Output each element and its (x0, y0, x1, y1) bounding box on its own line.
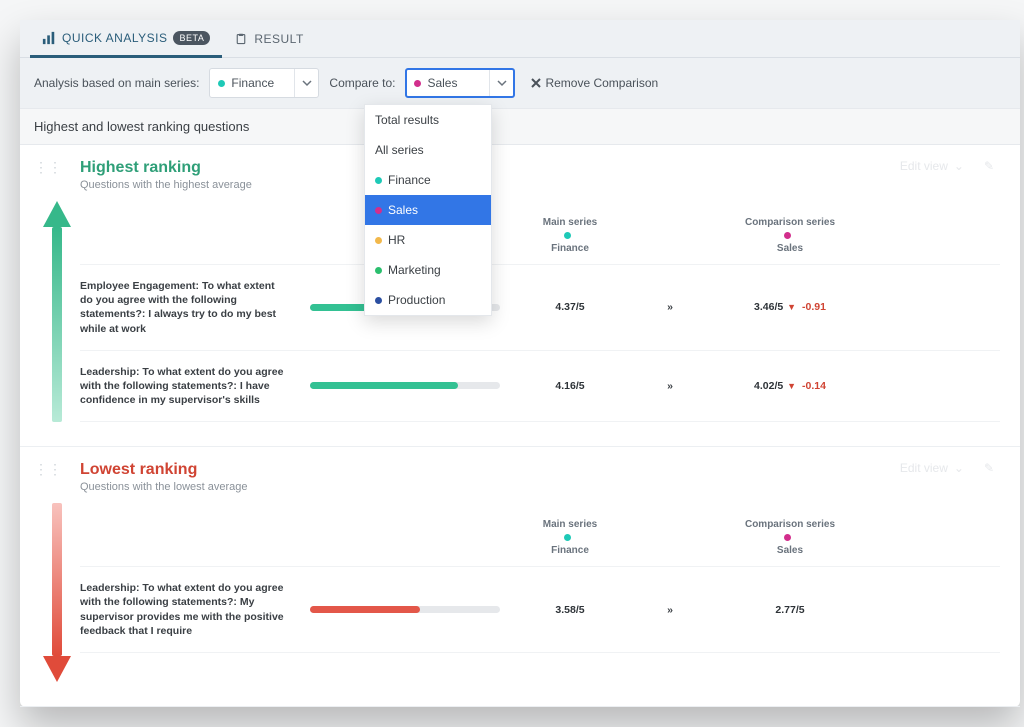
main-series-select[interactable]: Finance (209, 68, 319, 98)
edit-view-button[interactable]: Edit view ⌄ ✎ (900, 159, 994, 173)
clipboard-icon (234, 32, 248, 46)
comparison-score: 3.46/5 ▼ -0.91 (720, 301, 860, 313)
column-comparison-series: Comparison series Sales (720, 217, 860, 254)
column-comparison-series: Comparison series Sales (720, 519, 860, 556)
question-row: Leadership: To what extent do you agree … (80, 567, 1000, 653)
series-dot-icon (564, 232, 571, 239)
main-series-label: Analysis based on main series: (34, 76, 199, 90)
remove-comparison-button[interactable]: Remove Comparison (531, 76, 658, 90)
question-row: Leadership: To what extent do you agree … (80, 351, 1000, 423)
arrow-up-icon (48, 201, 66, 422)
main-score: 3.58/5 (520, 604, 620, 616)
arrow-down-icon: ▼ (787, 302, 796, 312)
dropdown-item-sales[interactable]: Sales (365, 195, 491, 225)
expand-icon[interactable]: » (640, 604, 700, 616)
compare-series-select[interactable]: Sales (405, 68, 515, 98)
question-text: Employee Engagement: To what extent do y… (80, 279, 290, 336)
lowest-grid: Main series Finance Comparison series Sa… (80, 519, 1000, 653)
main-score: 4.37/5 (520, 301, 620, 313)
dropdown-item-all-series[interactable]: All series (365, 135, 491, 165)
remove-comparison-label: Remove Comparison (545, 76, 658, 90)
panel-lowest: ⋮⋮ Edit view ⌄ ✎ Lowest ranking Question… (20, 447, 1020, 707)
edit-view-button[interactable]: Edit view ⌄ ✎ (900, 461, 994, 475)
section-header: Highest and lowest ranking questions (20, 108, 1020, 145)
panel-subtitle: Questions with the lowest average (80, 481, 1000, 493)
chevron-down-icon (294, 69, 318, 97)
tab-quick-analysis[interactable]: QUICK ANALYSIS BETA (30, 21, 222, 58)
series-dot-icon (375, 177, 382, 184)
app-frame: QUICK ANALYSIS BETA RESULT Analysis base… (20, 20, 1020, 707)
main-score: 4.16/5 (520, 380, 620, 392)
filter-bar: Analysis based on main series: Finance C… (20, 58, 1020, 108)
expand-icon[interactable]: » (640, 380, 700, 392)
compare-series-value: Sales (427, 76, 457, 90)
chevron-down-icon: ⌄ (954, 159, 964, 173)
panel-title-lowest: Lowest ranking (80, 461, 1000, 479)
score-bar (310, 382, 500, 389)
comparison-score: 4.02/5 ▼ -0.14 (720, 380, 860, 392)
panel-title-highest: Highest ranking (80, 159, 1000, 177)
pencil-icon: ✎ (984, 159, 994, 173)
beta-badge: BETA (173, 31, 210, 45)
dropdown-item-marketing[interactable]: Marketing (365, 255, 491, 285)
drag-handle-icon[interactable]: ⋮⋮ (34, 159, 62, 176)
tab-label: QUICK ANALYSIS (62, 31, 167, 45)
tab-label: RESULT (254, 32, 303, 46)
series-dot-icon (218, 80, 225, 87)
chevron-down-icon (489, 70, 513, 96)
series-dot-icon (564, 534, 571, 541)
series-dot-icon (414, 80, 421, 87)
dropdown-item-hr[interactable]: HR (365, 225, 491, 255)
arrow-down-icon (48, 503, 66, 682)
highest-grid: Main series Finance Comparison series Sa… (80, 217, 1000, 422)
column-main-series: Main series Finance (520, 519, 620, 556)
bar-chart-icon (42, 31, 56, 45)
question-text: Leadership: To what extent do you agree … (80, 365, 290, 408)
grid-header: Main series Finance Comparison series Sa… (80, 217, 1000, 265)
compare-dropdown[interactable]: Total results All series Finance Sales H… (364, 104, 492, 316)
drag-handle-icon[interactable]: ⋮⋮ (34, 461, 62, 478)
series-dot-icon (375, 297, 382, 304)
panel-subtitle: Questions with the highest average (80, 179, 1000, 191)
panel-highest: ⋮⋮ Edit view ⌄ ✎ Highest ranking Questio… (20, 145, 1020, 447)
column-main-series: Main series Finance (520, 217, 620, 254)
series-dot-icon (784, 232, 791, 239)
question-text: Leadership: To what extent do you agree … (80, 581, 290, 638)
expand-icon[interactable]: » (640, 301, 700, 313)
grid-header: Main series Finance Comparison series Sa… (80, 519, 1000, 567)
tab-bar: QUICK ANALYSIS BETA RESULT (20, 20, 1020, 58)
main-series-value: Finance (231, 76, 274, 90)
dropdown-item-production[interactable]: Production (365, 285, 491, 315)
question-row: Employee Engagement: To what extent do y… (80, 265, 1000, 351)
series-dot-icon (375, 207, 382, 214)
chevron-down-icon: ⌄ (954, 461, 964, 475)
tab-result[interactable]: RESULT (222, 20, 315, 57)
pencil-icon: ✎ (984, 461, 994, 475)
compare-label: Compare to: (329, 76, 395, 90)
series-dot-icon (375, 237, 382, 244)
series-dot-icon (375, 267, 382, 274)
score-bar (310, 606, 500, 613)
dropdown-item-total-results[interactable]: Total results (365, 105, 491, 135)
dropdown-item-finance[interactable]: Finance (365, 165, 491, 195)
comparison-score: 2.77/5 (720, 604, 860, 616)
arrow-down-icon: ▼ (787, 381, 796, 391)
series-dot-icon (784, 534, 791, 541)
